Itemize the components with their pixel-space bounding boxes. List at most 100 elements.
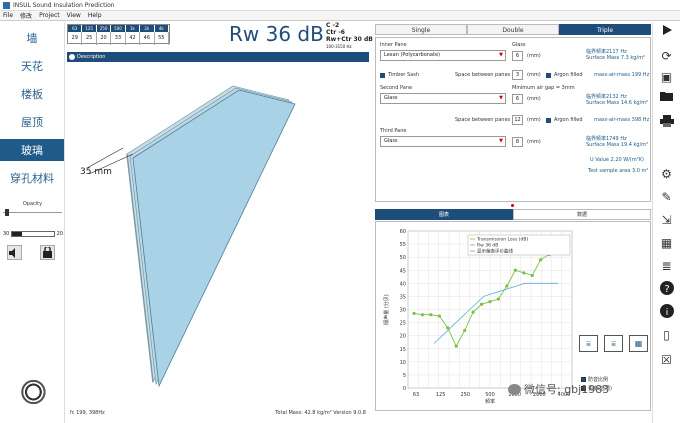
second-pane-value: Glass [384, 95, 398, 101]
menu-project[interactable]: Project [39, 12, 60, 19]
freq-header: 2k [140, 25, 155, 32]
info-icon[interactable]: i [658, 304, 675, 321]
inner-pane-value: Lexan (Polycarbonate) [384, 52, 440, 58]
dim-line-1 [86, 147, 124, 169]
mm-unit: (mm) [527, 96, 541, 102]
data-point [496, 297, 501, 301]
timber-sash-checkbox[interactable] [380, 73, 385, 78]
y-tick-label: 25 [400, 321, 406, 327]
space2-value[interactable]: 12 [512, 115, 523, 125]
menu-help[interactable]: Help [88, 12, 102, 19]
settings-icon[interactable]: ⚙ [658, 166, 675, 183]
data-point [530, 273, 534, 278]
y-tick-label: 55 [400, 242, 406, 248]
inner-pane-select[interactable]: Lexan (Polycarbonate) ▼ [380, 50, 506, 61]
description-title: Description [77, 54, 106, 60]
print-icon[interactable] [658, 115, 675, 132]
freq-value: 55 [155, 32, 169, 45]
pane2-info: 临界频率2132 Hz Surface Mass 14.6 kg/m² [586, 94, 648, 106]
y-tick-label: 15 [400, 347, 406, 353]
menu-edit[interactable]: 修改 [20, 11, 32, 20]
compare-1-button[interactable]: ⩸ [579, 335, 598, 352]
tab-chart[interactable]: 图表 [375, 209, 513, 220]
svg-text:?: ? [664, 284, 669, 295]
nav-item-wall[interactable]: 墙 [0, 27, 64, 49]
third-pane-label: Third Pane [380, 128, 407, 134]
timber-sash-label: Timber Sash [388, 72, 420, 78]
data-point [479, 302, 484, 306]
nav-item-roof[interactable]: 屋顶 [0, 111, 64, 133]
collapse-icon[interactable] [69, 54, 75, 60]
nav-item-glass[interactable]: 玻璃 [0, 139, 64, 161]
pane-tabs: Single Double Triple [375, 24, 651, 35]
y-tick-label: 50 [400, 255, 406, 261]
lock-icon[interactable] [40, 245, 55, 260]
nav-item-floor[interactable]: 楼板 [0, 83, 64, 105]
freq-value: 42 [126, 32, 141, 45]
delete-icon[interactable]: ☒ [658, 352, 675, 369]
freq-header: 4k [154, 25, 169, 32]
open-folder-icon[interactable] [658, 90, 675, 107]
glass-panes-illustration [86, 85, 296, 388]
splitter-dot[interactable] [511, 204, 514, 207]
slider-thumb[interactable] [5, 209, 9, 216]
nav-item-perforated[interactable]: 穿孔材料 [0, 167, 64, 189]
data-point [412, 311, 416, 316]
calculator-icon[interactable]: ▦ [658, 235, 675, 252]
pane3-surface-mass: Surface Mass 19.4 kg/m² [586, 142, 649, 148]
notes-icon[interactable]: ≣ [658, 258, 675, 275]
refresh-icon[interactable]: ⟳ [658, 48, 675, 65]
description-bar[interactable]: Description [67, 52, 369, 62]
third-pane-select[interactable]: Glass ▼ [380, 136, 506, 147]
clipboard-icon[interactable]: ▯ [658, 327, 675, 344]
range-max: 20 [56, 231, 63, 237]
freq-header: 63 [68, 25, 83, 32]
menu-file[interactable]: File [3, 12, 13, 19]
second-pane-select[interactable]: Glass ▼ [380, 93, 506, 104]
nav-item-ceiling[interactable]: 天花 [0, 55, 64, 77]
status-mass: Total Mass: 42.8 kg/m² Version 9.0.8 [275, 410, 366, 416]
tab-double[interactable]: Double [467, 24, 559, 35]
tab-data[interactable]: 数据 [513, 209, 651, 220]
freq-value: 33 [111, 32, 126, 45]
tab-triple[interactable]: Triple [559, 24, 651, 35]
data-point [513, 268, 517, 272]
rw-ctr-value: Rw+Ctr 30 dB [326, 36, 373, 43]
menu-view[interactable]: View [67, 12, 81, 19]
x-tick-label: 500 [485, 392, 495, 398]
mm-unit: (mm) [527, 139, 541, 145]
glass1-thickness[interactable]: 6 [512, 51, 523, 61]
compare-2-button[interactable]: ⩸ [604, 335, 623, 352]
play-icon[interactable] [658, 24, 675, 41]
left-nav: 墙 天花 楼板 屋顶 玻璃 穿孔材料 [0, 22, 65, 423]
export-chart-button[interactable]: ▦ [629, 335, 648, 352]
y-tick-label: 60 [400, 229, 406, 235]
range-bar[interactable] [11, 231, 55, 237]
y-tick-label: 20 [400, 334, 406, 340]
watermark-text: 微信号: gbj1983 [524, 383, 610, 396]
space1-value[interactable]: 3 [512, 70, 523, 80]
argon1-checkbox[interactable] [546, 73, 551, 78]
y-axis-label: 隔声量 (分贝) [383, 294, 390, 325]
freq-header: 500 [111, 25, 126, 32]
edit-icon[interactable]: ✎ [658, 189, 675, 206]
data-point [471, 310, 475, 314]
freq-header: 250 [96, 25, 112, 32]
glass3-thickness[interactable]: 8 [512, 137, 523, 147]
save-icon[interactable]: ▣ [658, 69, 675, 86]
argon2-label: Argon filled [554, 117, 583, 123]
y-tick-label: 5 [403, 373, 406, 379]
argon2-checkbox[interactable] [546, 118, 551, 123]
menu-bar: File 修改 Project View Help [0, 11, 680, 21]
export-icon[interactable]: ⇲ [658, 212, 675, 229]
freq-range: 100-3150 Hz [326, 44, 352, 49]
help-icon[interactable]: ? [658, 281, 675, 298]
app-icon [3, 1, 10, 9]
rating-corrections: C -2 Ctr -6 Rw+Ctr 30 dB 100-3150 Hz [326, 22, 373, 50]
opacity-slider[interactable] [3, 209, 62, 216]
speaker-icon[interactable] [7, 245, 22, 260]
data-point [539, 258, 543, 262]
glass-3d-view [67, 62, 369, 407]
glass2-thickness[interactable]: 6 [512, 94, 523, 104]
tab-single[interactable]: Single [375, 24, 467, 35]
